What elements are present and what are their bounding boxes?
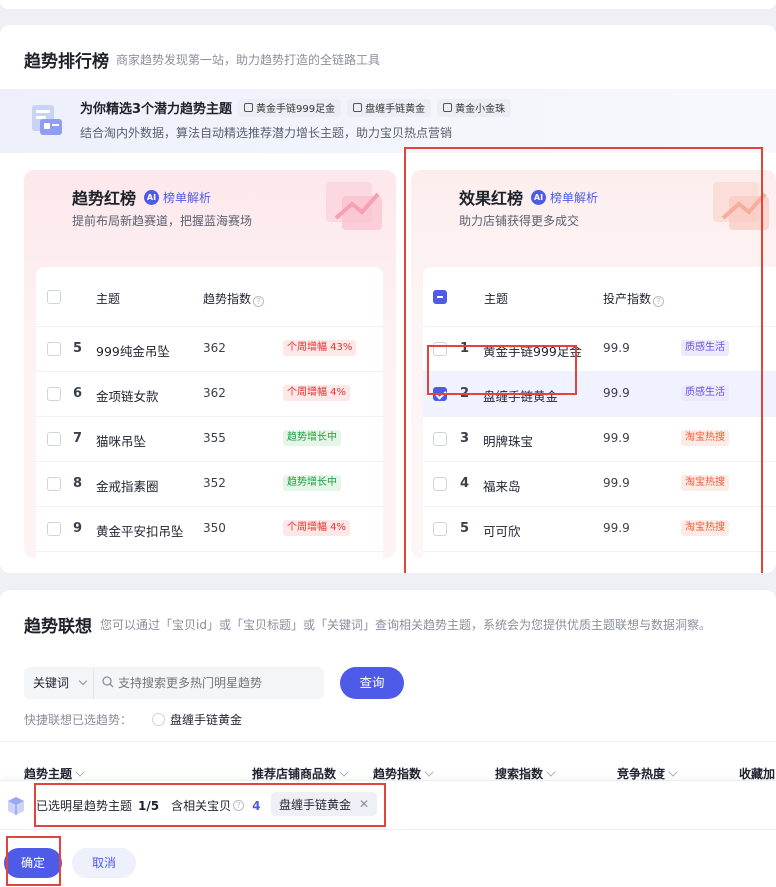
banner-title: 为你精选3个潜力趋势主题 (80, 102, 233, 117)
trend-list-table: 主题 趋势指数? 5 999纯金吊坠 362 个周增幅 43% 6 金项链女款 362 个周增… (36, 267, 383, 558)
table-header: 主题 趋势指数? (36, 267, 383, 327)
sort-icon (75, 767, 85, 777)
highlight-selected-row (427, 345, 577, 395)
topic-name[interactable]: 黄金平安扣吊坠 (96, 521, 184, 540)
search-bar: 关键词 (24, 667, 324, 699)
banner-tag[interactable]: 黄金小金珠 (437, 98, 512, 117)
trend-index-value: 362 (203, 341, 226, 355)
banner-tag[interactable]: 盘缠手链黄金 (347, 98, 432, 117)
query-button[interactable]: 查询 (340, 667, 404, 699)
rank-number: 5 (73, 341, 83, 356)
quick-assoc-option-label: 盘缠手链黄金 (170, 713, 243, 727)
sort-icon (546, 767, 556, 777)
table-row[interactable]: 9 黄金平安扣吊坠 350 个周增幅 4% (36, 507, 383, 552)
quick-assoc-label: 快捷联想已选趋势： (24, 713, 133, 727)
highlight-selection (34, 783, 386, 827)
rank-number: 8 (73, 476, 83, 491)
trend-list-title: 趋势红榜 (72, 189, 137, 208)
select-all-checkbox[interactable] (47, 290, 61, 304)
doc-icon (353, 103, 363, 112)
table-row[interactable]: 8 金戒指素圈 352 趋势增长中 (36, 462, 383, 507)
recommend-banner: 为你精选3个潜力趋势主题 黄金手链999足金 盘缠手链黄金 黄金小金珠 结合淘内… (0, 89, 776, 153)
topic-name[interactable]: 猫咪吊坠 (96, 431, 146, 450)
banner-desc: 结合淘内外数据，算法自动精选推荐潜力增长主题，助力宝贝热点营销 (80, 126, 453, 140)
sort-icon (339, 767, 349, 777)
status-badge: 趋势增长中 (283, 475, 341, 491)
help-icon[interactable]: ? (253, 296, 265, 307)
rank-number: 7 (73, 431, 83, 446)
quick-assoc-option[interactable]: 盘缠手链黄金 (152, 711, 242, 728)
assoc-title: 趋势联想 (24, 617, 92, 637)
banner-tag[interactable]: 黄金手链999足金 (238, 98, 342, 117)
status-badge: 个周增幅 4% (283, 520, 351, 536)
table-row[interactable]: 5 999纯金吊坠 362 个周增幅 43% (36, 327, 383, 372)
table-row[interactable]: 10金项链350个周增幅 3% (36, 552, 383, 558)
col-topic: 主题 (96, 292, 121, 306)
topic-name[interactable]: 金项链女款 (96, 386, 159, 405)
row-checkbox[interactable] (47, 477, 61, 491)
divider (0, 741, 776, 742)
trend-index-value: 352 (203, 476, 226, 490)
trend-index-value: 355 (203, 431, 226, 445)
row-checkbox[interactable] (47, 522, 61, 536)
cancel-button[interactable]: 取消 (72, 848, 136, 878)
rank-number: 9 (73, 521, 83, 536)
status-badge: 个周增幅 43% (283, 340, 357, 356)
sort-icon (668, 767, 678, 777)
trend-ranking-card: 趋势排行榜 商家趋势发现第一站，助力趋势打造的全链路工具 为你精选3个潜力趋势主… (0, 25, 776, 573)
trend-index-value: 350 (203, 521, 226, 535)
status-badge: 趋势增长中 (283, 430, 341, 446)
row-checkbox[interactable] (47, 387, 61, 401)
trend-chart-illustration-icon (316, 174, 396, 238)
chevron-down-icon (78, 676, 88, 686)
trend-red-list-panel: 趋势红榜 AI 榜单解析 提前布局新趋赛道，把握蓝海赛场 主题 趋势指数? 59… (24, 170, 396, 558)
ranking-subtitle: 商家趋势发现第一站，助力趋势打造的全链路工具 (116, 53, 381, 67)
previous-card-edge (0, 0, 776, 9)
ranking-title: 趋势排行榜 (24, 52, 109, 72)
sort-icon (424, 767, 434, 777)
row-checkbox[interactable] (47, 342, 61, 356)
trend-index-value: 362 (203, 386, 226, 400)
ai-icon: AI (144, 189, 160, 205)
divider (0, 829, 776, 830)
search-type-select[interactable]: 关键词 (24, 667, 94, 699)
assoc-desc: 您可以通过「宝贝id」或「宝贝标题」或「关键词」查询相关趋势主题，系统会为您提供… (100, 618, 711, 632)
trend-list-subtitle: 提前布局新趋赛道，把握蓝海赛场 (72, 214, 253, 228)
topic-name[interactable]: 金戒指素圈 (96, 476, 159, 495)
selection-footer: 已选明星趋势主题 1/5 含相关宝贝 ? 4 盘缠手链黄金 ✕ 确定 取消 (0, 780, 776, 887)
highlight-confirm (6, 836, 61, 886)
rank-number: 6 (73, 386, 83, 401)
topic-name[interactable]: 999纯金吊坠 (96, 341, 170, 360)
table-row[interactable]: 7 猫咪吊坠 355 趋势增长中 (36, 417, 383, 462)
report-illustration-icon (26, 101, 66, 141)
status-badge: 个周增幅 4% (283, 385, 351, 401)
row-checkbox[interactable] (47, 432, 61, 446)
col-trend-index: 趋势指数? (203, 290, 265, 307)
doc-icon (244, 103, 254, 112)
radio-button[interactable] (152, 713, 165, 726)
cube-icon (4, 794, 28, 818)
table-row[interactable]: 6 金项链女款 362 个周增幅 4% (36, 372, 383, 417)
search-icon (102, 676, 114, 688)
search-input[interactable] (118, 667, 318, 699)
doc-icon (443, 103, 453, 112)
trend-list-analysis-link[interactable]: 榜单解析 (163, 189, 211, 206)
